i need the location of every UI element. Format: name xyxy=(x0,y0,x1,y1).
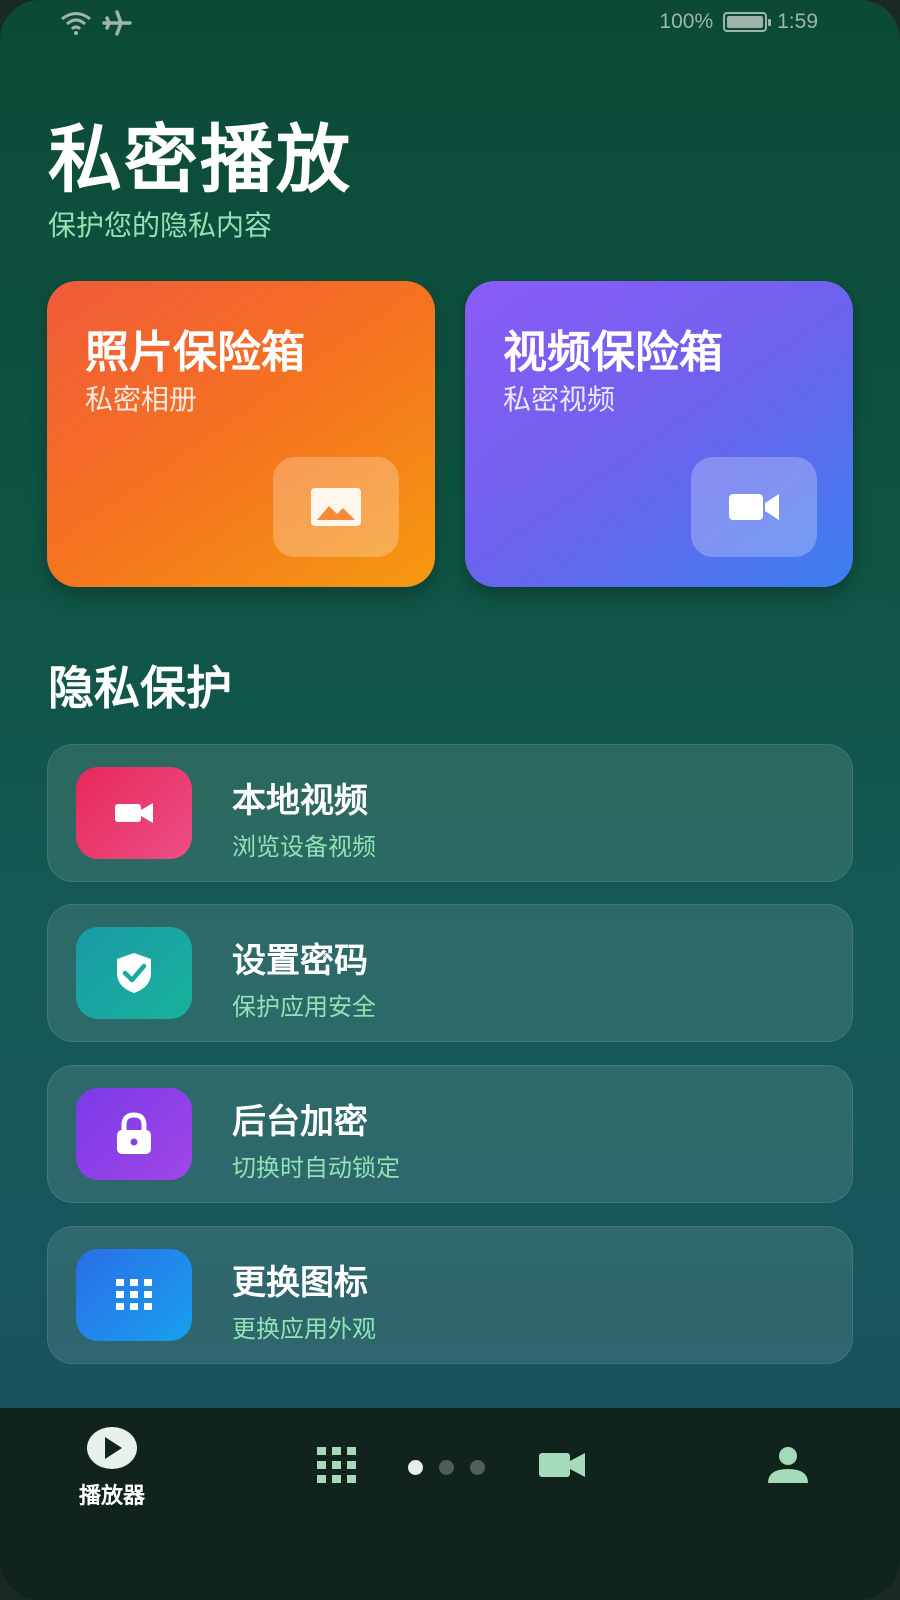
local-video-subtitle: 浏览设备视频 xyxy=(232,833,376,861)
battery-percent: 100% xyxy=(659,10,714,33)
airplane-icon xyxy=(102,10,132,36)
page-dot xyxy=(439,1460,454,1475)
nav-apps-tab[interactable] xyxy=(316,1446,358,1484)
page-indicator xyxy=(408,1460,485,1475)
status-time: 1:59 xyxy=(777,10,818,33)
photo-vault-card[interactable]: 照片保险箱 私密相册 xyxy=(47,281,435,587)
set-password-title: 设置密码 xyxy=(232,941,368,981)
video-camera-icon xyxy=(76,767,192,859)
page-title: 私密播放 xyxy=(48,117,352,203)
video-vault-subtitle: 私密视频 xyxy=(503,383,616,416)
video-vault-card[interactable]: 视频保险箱 私密视频 xyxy=(465,281,853,587)
photo-vault-subtitle: 私密相册 xyxy=(85,383,198,416)
set-password-item[interactable]: 设置密码 保护应用安全 xyxy=(47,904,853,1042)
video-vault-title: 视频保险箱 xyxy=(503,327,723,378)
page-dot-active xyxy=(408,1460,423,1475)
background-encrypt-item[interactable]: 后台加密 切换时自动锁定 xyxy=(47,1065,853,1203)
page-dot xyxy=(470,1460,485,1475)
local-video-title: 本地视频 xyxy=(232,781,368,821)
background-encrypt-title: 后台加密 xyxy=(232,1102,368,1142)
set-password-subtitle: 保护应用安全 xyxy=(232,993,376,1021)
nav-player-label: 播放器 xyxy=(78,1484,145,1509)
status-right: 100% 1:59 xyxy=(659,10,818,34)
battery-icon xyxy=(723,12,772,32)
shield-check-icon xyxy=(76,927,192,1019)
background-encrypt-subtitle: 切换时自动锁定 xyxy=(232,1154,400,1182)
video-camera-icon xyxy=(539,1453,585,1477)
section-title: 隐私保护 xyxy=(48,661,232,715)
nav-video-tab[interactable] xyxy=(538,1450,586,1480)
grid-icon xyxy=(76,1249,192,1341)
change-icon-subtitle: 更换应用外观 xyxy=(232,1315,376,1343)
local-video-item[interactable]: 本地视频 浏览设备视频 xyxy=(47,744,853,882)
photo-vault-title: 照片保险箱 xyxy=(85,327,305,378)
page-subtitle: 保护您的隐私内容 xyxy=(48,209,273,242)
wifi-icon xyxy=(61,12,91,35)
play-circle-icon xyxy=(87,1427,137,1469)
image-icon xyxy=(273,457,399,557)
status-bar: 100% 1:59 xyxy=(0,0,900,48)
nav-profile-tab[interactable] xyxy=(766,1446,810,1484)
person-icon xyxy=(768,1447,808,1483)
change-icon-title: 更换图标 xyxy=(232,1263,368,1303)
status-left xyxy=(60,10,132,36)
video-camera-icon xyxy=(691,457,817,557)
app-screen: 100% 1:59 私密播放 保护您的隐私内容 照片保险箱 私密相册 视频保险箱… xyxy=(0,0,900,1600)
change-icon-item[interactable]: 更换图标 更换应用外观 xyxy=(47,1226,853,1364)
lock-icon xyxy=(76,1088,192,1180)
grid-icon xyxy=(317,1447,356,1483)
nav-player-tab[interactable]: 播放器 xyxy=(64,1426,160,1510)
